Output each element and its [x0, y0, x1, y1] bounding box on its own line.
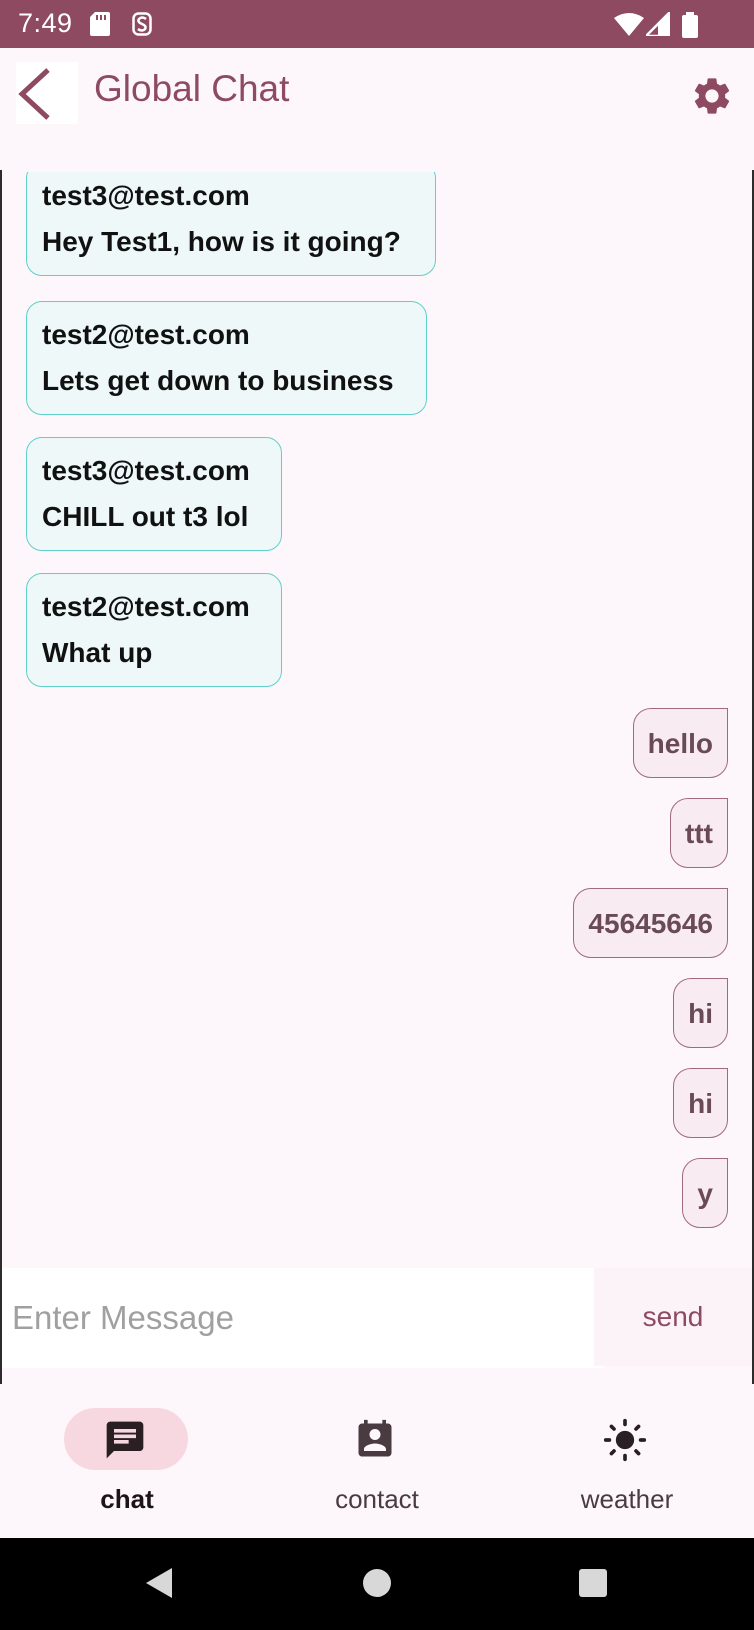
message-text: What up: [42, 637, 153, 668]
message-sender: test2@test.com: [42, 591, 250, 622]
message-text: ttt: [685, 818, 713, 849]
message-text: Hey Test1, how is it going?: [42, 226, 401, 257]
incoming-message: test2@test.com What up: [26, 573, 282, 687]
system-home-icon[interactable]: [362, 1566, 392, 1600]
message-text: 45645646: [588, 908, 713, 939]
incoming-message: test2@test.com Lets get down to business: [26, 301, 427, 415]
back-button[interactable]: [16, 62, 78, 124]
status-time: 7:49: [18, 8, 73, 38]
outgoing-message: hello: [632, 708, 728, 778]
nav-item-contact[interactable]: contact: [252, 1384, 502, 1538]
nav-label-chat: chat: [100, 1484, 154, 1514]
outgoing-message: hi: [673, 978, 728, 1048]
system-navigation-bar: [0, 1538, 754, 1630]
outgoing-message: ttt: [670, 798, 728, 868]
sun-icon: [603, 1418, 647, 1462]
back-arrow-icon: [18, 68, 50, 120]
send-button[interactable]: send: [594, 1268, 752, 1366]
status-bar: 7:49: [0, 0, 754, 48]
nav-label-weather: weather: [580, 1484, 674, 1514]
outgoing-message: 45645646: [573, 888, 728, 958]
app-s-icon: [132, 12, 152, 36]
incoming-message: test3@test.com CHILL out t3 lol: [26, 437, 282, 551]
message-text: hi: [688, 998, 713, 1029]
wifi-icon: [614, 13, 644, 36]
message-list[interactable]: test3@test.com Hey Test1, how is it goin…: [0, 172, 754, 1264]
settings-button[interactable]: [690, 74, 734, 118]
message-text: Lets get down to business: [42, 365, 394, 396]
outgoing-message: hi: [673, 1068, 728, 1138]
message-sender: test3@test.com: [42, 180, 250, 211]
contact-icon: [358, 1419, 392, 1457]
nav-label-contact: contact: [335, 1484, 419, 1514]
bottom-navigation: chat contact weather: [0, 1384, 754, 1538]
cell-signal-icon: [646, 12, 670, 36]
message-sender: test3@test.com: [42, 455, 250, 486]
message-text: hello: [647, 728, 713, 759]
message-sender: test2@test.com: [42, 319, 250, 350]
outgoing-message: y: [682, 1158, 728, 1228]
nav-item-weather[interactable]: weather: [502, 1384, 752, 1538]
page-title: Global Chat: [94, 68, 290, 109]
sd-card-icon: [90, 12, 110, 36]
gear-icon: [694, 78, 730, 114]
chat-icon: [106, 1421, 144, 1459]
nav-item-chat[interactable]: chat: [2, 1384, 252, 1538]
message-text: y: [697, 1178, 713, 1209]
message-text: CHILL out t3 lol: [42, 501, 249, 532]
battery-icon: [682, 12, 698, 38]
message-text: hi: [688, 1088, 713, 1119]
message-composer: send: [2, 1268, 752, 1368]
system-recents-icon[interactable]: [578, 1566, 608, 1600]
message-input[interactable]: [2, 1268, 604, 1368]
system-back-icon[interactable]: [144, 1566, 174, 1600]
incoming-message: test3@test.com Hey Test1, how is it goin…: [26, 172, 436, 276]
